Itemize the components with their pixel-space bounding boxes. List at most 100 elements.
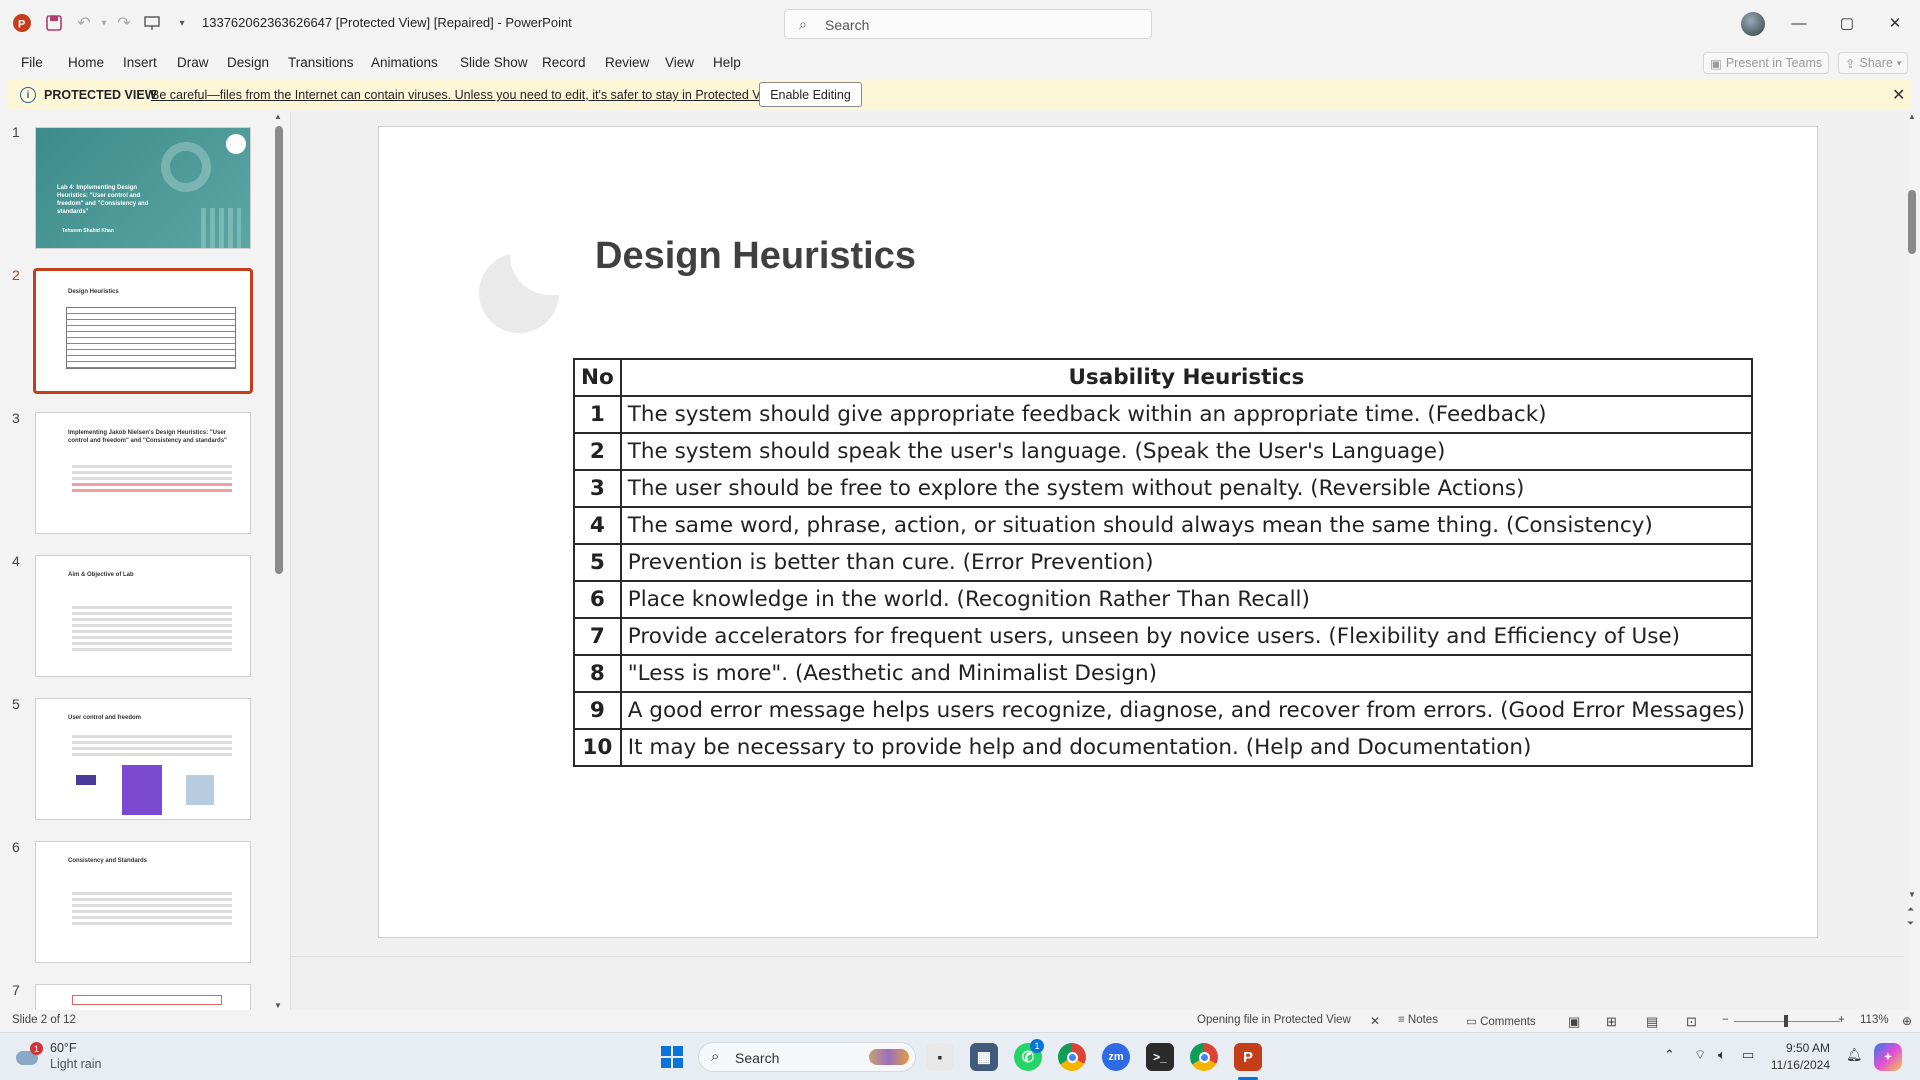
- row-number: 5: [573, 543, 622, 582]
- present-from-start-icon[interactable]: [140, 11, 164, 35]
- previous-slide-icon[interactable]: ⏶: [1907, 904, 1914, 915]
- chrome-icon[interactable]: [1058, 1043, 1086, 1071]
- slide-thumbnail-4[interactable]: Aim & Objective of Lab: [35, 555, 251, 677]
- volume-icon[interactable]: 🔈︎: [1718, 1047, 1726, 1063]
- tab-insert[interactable]: Insert: [123, 55, 157, 70]
- taskbar-search[interactable]: ⌕ Search: [698, 1042, 916, 1072]
- thumb-bars-decoration: [201, 208, 241, 248]
- clock-time[interactable]: 9:50 AM: [1756, 1041, 1830, 1055]
- task-view-icon[interactable]: ▪: [926, 1043, 954, 1071]
- terminal-icon[interactable]: >_: [1146, 1043, 1174, 1071]
- svg-text:P: P: [18, 19, 25, 31]
- enable-editing-button[interactable]: Enable Editing: [759, 82, 862, 107]
- slide-thumbnail-3[interactable]: Implementing Jakob Nielsen's Design Heur…: [35, 412, 251, 534]
- weather-widget[interactable]: 1: [16, 1042, 43, 1068]
- tab-record[interactable]: Record: [542, 55, 586, 70]
- zoom-app-icon[interactable]: zm: [1102, 1043, 1130, 1071]
- tab-help[interactable]: Help: [713, 55, 741, 70]
- heuristics-table[interactable]: No Usability Heuristics 1 The system shou…: [573, 358, 1754, 767]
- table-row: 5 Prevention is better than cure. (Error …: [573, 543, 1754, 582]
- close-button[interactable]: ✕: [1872, 8, 1918, 38]
- redo-icon[interactable]: ↷: [112, 11, 136, 35]
- protected-view-message[interactable]: Be careful—files from the Internet can c…: [151, 88, 782, 102]
- slide-thumbnail-2[interactable]: Design Heuristics: [33, 268, 253, 394]
- scrollbar-thumb[interactable]: [275, 126, 283, 574]
- minimize-button[interactable]: —: [1776, 8, 1822, 38]
- protected-view-bar: i PROTECTED VIEW Be careful—files from t…: [8, 80, 1912, 110]
- search-box[interactable]: ⌕ Search: [784, 9, 1152, 39]
- normal-view-icon[interactable]: ▣: [1568, 1014, 1580, 1030]
- comments-button[interactable]: ▭ Comments: [1466, 1014, 1536, 1028]
- powerpoint-taskbar-icon[interactable]: P: [1234, 1043, 1262, 1071]
- tab-review[interactable]: Review: [605, 55, 649, 70]
- battery-icon[interactable]: ▭: [1742, 1047, 1754, 1063]
- windows-start-icon[interactable]: [660, 1045, 684, 1069]
- scrollbar-thumb[interactable]: [1908, 190, 1916, 254]
- slide-thumbnail-6[interactable]: Consistency and Standards: [35, 841, 251, 963]
- slide-thumbnail-7[interactable]: [35, 984, 251, 1010]
- share-icon: ⇪: [1845, 56, 1856, 71]
- customize-toolbar-icon[interactable]: ▾: [170, 11, 194, 35]
- weather-desc[interactable]: Light rain: [50, 1057, 101, 1071]
- thumb-number: 5: [12, 696, 20, 712]
- thumb-table: [72, 995, 222, 1005]
- maximize-button[interactable]: ▢: [1824, 8, 1870, 38]
- teams-icon: ▣: [1710, 56, 1722, 71]
- scroll-up-icon[interactable]: ▲: [274, 112, 282, 121]
- copilot-icon[interactable]: ✦: [1874, 1043, 1902, 1071]
- table-header-no: No: [573, 358, 622, 397]
- row-heuristic: A good error message helps users recogni…: [619, 691, 1754, 730]
- wifi-icon[interactable]: ⌔: [1694, 1047, 1706, 1063]
- notes-label: Notes: [1407, 1014, 1438, 1026]
- share-button[interactable]: ⇪ Share ▾: [1838, 52, 1909, 74]
- slide-sorter-icon[interactable]: ⊞: [1606, 1014, 1617, 1030]
- tab-transitions[interactable]: Transitions: [288, 55, 354, 70]
- tab-slide-show[interactable]: Slide Show: [460, 55, 528, 70]
- thumb-lines: [72, 892, 232, 928]
- tab-view[interactable]: View: [665, 55, 694, 70]
- row-heuristic: "Less is more". (Aesthetic and Minimalis…: [619, 654, 1754, 693]
- slide-title[interactable]: Design Heuristics: [595, 235, 916, 278]
- zoom-out-icon[interactable]: −: [1722, 1014, 1729, 1026]
- tab-design[interactable]: Design: [227, 55, 269, 70]
- save-icon[interactable]: [42, 11, 66, 35]
- fit-to-window-icon[interactable]: ⊕: [1902, 1014, 1912, 1028]
- thumb-number: 7: [12, 982, 20, 998]
- row-heuristic: Prevention is better than cure. (Error P…: [619, 543, 1754, 582]
- slide-scrollbar[interactable]: ▲ ▼ ⏶ ⏷: [1904, 112, 1920, 1010]
- tab-file[interactable]: File: [21, 55, 43, 70]
- thumb-title: Consistency and Standards: [68, 858, 148, 864]
- scroll-up-icon[interactable]: ▲: [1908, 112, 1916, 121]
- scroll-down-icon[interactable]: ▼: [1908, 890, 1916, 899]
- window-title: 133762062363626647 [Protected View] [Rep…: [202, 15, 572, 30]
- zoom-level[interactable]: 113%: [1860, 1014, 1889, 1026]
- tab-home[interactable]: Home: [68, 55, 104, 70]
- avatar[interactable]: [1741, 12, 1765, 36]
- thumbnail-scrollbar[interactable]: ▲ ▼: [272, 112, 286, 1010]
- row-number: 2: [573, 432, 622, 471]
- whatsapp-badge: 1: [1030, 1039, 1044, 1053]
- show-hidden-icons[interactable]: ⌃: [1664, 1047, 1675, 1063]
- scroll-down-icon[interactable]: ▼: [274, 1001, 282, 1010]
- close-icon[interactable]: ✕: [1892, 85, 1905, 105]
- zoom-in-icon[interactable]: +: [1838, 1014, 1845, 1026]
- clock-date[interactable]: 11/16/2024: [1756, 1058, 1830, 1072]
- next-slide-icon[interactable]: ⏷: [1907, 918, 1914, 929]
- tab-draw[interactable]: Draw: [177, 55, 209, 70]
- slide-thumbnail-5[interactable]: User control and freedom: [35, 698, 251, 820]
- present-in-teams-button[interactable]: ▣ Present in Teams: [1703, 52, 1830, 74]
- slide-show-icon[interactable]: ⊡: [1686, 1014, 1697, 1030]
- slide-2[interactable]: Design Heuristics No Usability Heuristic…: [378, 126, 1818, 938]
- reading-view-icon[interactable]: ▤: [1646, 1014, 1658, 1030]
- row-number: 1: [573, 395, 622, 434]
- thumb-number: 4: [12, 553, 20, 569]
- notes-button[interactable]: ≡ Notes: [1398, 1014, 1438, 1026]
- slide-thumbnail-1[interactable]: Lab 4: Implementing Design Heuristics: "…: [35, 127, 251, 249]
- weather-temp[interactable]: 60°F: [50, 1041, 77, 1055]
- chrome-profile-icon[interactable]: [1190, 1043, 1218, 1071]
- zoom-slider-thumb[interactable]: [1784, 1015, 1788, 1027]
- notification-bell-icon[interactable]: 🔔︎: [1846, 1047, 1863, 1063]
- tab-animations[interactable]: Animations: [371, 55, 438, 70]
- dismiss-status-icon[interactable]: ✕: [1370, 1014, 1380, 1028]
- calculator-icon[interactable]: ▦: [970, 1043, 998, 1071]
